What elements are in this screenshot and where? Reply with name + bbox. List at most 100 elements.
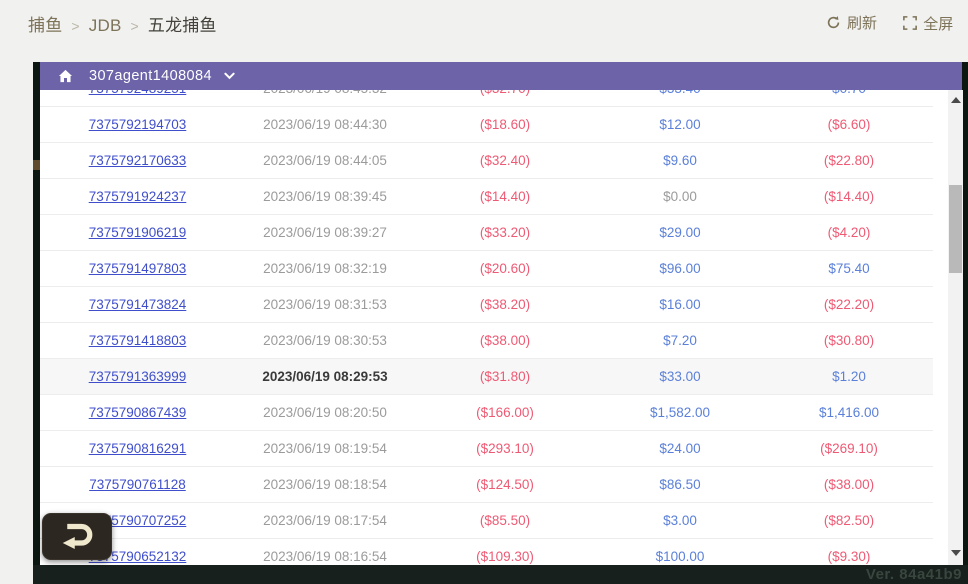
record-amount-3: ($269.10) bbox=[765, 441, 933, 456]
record-amount-2: $9.60 bbox=[595, 153, 765, 168]
record-amount-2: $16.00 bbox=[595, 297, 765, 312]
record-id-link[interactable]: 7375791363999 bbox=[89, 369, 187, 384]
records-table: 7375792489251 2023/06/19 08:45:32 ($32.7… bbox=[40, 90, 963, 565]
table-body: 7375792489251 2023/06/19 08:45:32 ($32.7… bbox=[40, 90, 933, 565]
table-row: 7375790816291 2023/06/19 08:19:54 ($293.… bbox=[40, 431, 933, 467]
record-amount-1: ($31.80) bbox=[415, 369, 595, 384]
record-id-link[interactable]: 7375791418803 bbox=[89, 333, 187, 348]
record-amount-1: ($32.70) bbox=[415, 90, 595, 96]
record-time: 2023/06/19 08:39:45 bbox=[235, 189, 415, 204]
record-time: 2023/06/19 08:31:53 bbox=[235, 297, 415, 312]
fullscreen-button[interactable]: 全屏 bbox=[903, 13, 953, 34]
table-row: 7375791924237 2023/06/19 08:39:45 ($14.4… bbox=[40, 179, 933, 215]
record-id-link[interactable]: 7375791924237 bbox=[89, 189, 187, 204]
breadcrumb-separator: > bbox=[131, 18, 139, 34]
table-row: 7375792489251 2023/06/19 08:45:32 ($32.7… bbox=[40, 90, 933, 107]
fullscreen-icon bbox=[903, 16, 917, 30]
table-row: 7375791418803 2023/06/19 08:30:53 ($38.0… bbox=[40, 323, 933, 359]
record-amount-2: $0.00 bbox=[595, 189, 765, 204]
record-time: 2023/06/19 08:19:54 bbox=[235, 441, 415, 456]
record-amount-2: $96.00 bbox=[595, 261, 765, 276]
table-row: 7375792194703 2023/06/19 08:44:30 ($18.6… bbox=[40, 107, 933, 143]
record-id-link[interactable]: 7375790761128 bbox=[89, 477, 186, 492]
table-row: 7375791906219 2023/06/19 08:39:27 ($33.2… bbox=[40, 215, 933, 251]
record-id-link[interactable]: 7375792170633 bbox=[89, 153, 187, 168]
record-id-link[interactable]: 7375791497803 bbox=[89, 261, 187, 276]
chevron-down-icon[interactable] bbox=[224, 72, 235, 80]
agent-header-bar: 307agent1408084 bbox=[40, 62, 962, 90]
record-amount-2: $1,582.00 bbox=[595, 405, 765, 420]
record-amount-3: $1,416.00 bbox=[765, 405, 933, 420]
record-time: 2023/06/19 08:17:54 bbox=[235, 513, 415, 528]
record-amount-3: $75.40 bbox=[765, 261, 933, 276]
record-amount-1: ($109.30) bbox=[415, 549, 595, 564]
record-amount-2: $86.50 bbox=[595, 477, 765, 492]
record-amount-1: ($20.60) bbox=[415, 261, 595, 276]
fullscreen-label: 全屏 bbox=[923, 13, 953, 34]
record-amount-3: $1.20 bbox=[765, 369, 933, 384]
record-id-link[interactable]: 7375790816291 bbox=[89, 441, 187, 456]
table-row: 7375791473824 2023/06/19 08:31:53 ($38.2… bbox=[40, 287, 933, 323]
breadcrumb-separator: > bbox=[71, 18, 79, 34]
top-actions: 刷新 全屏 bbox=[826, 12, 968, 34]
breadcrumb-item-fishing[interactable]: 捕鱼 bbox=[28, 16, 62, 35]
refresh-label: 刷新 bbox=[847, 12, 877, 33]
game-panel: 307agent1408084 7375792489251 2023/06/19… bbox=[33, 62, 968, 584]
record-time: 2023/06/19 08:44:05 bbox=[235, 153, 415, 168]
record-amount-1: ($38.20) bbox=[415, 297, 595, 312]
record-amount-2: $24.00 bbox=[595, 441, 765, 456]
back-button[interactable] bbox=[42, 513, 112, 560]
record-amount-1: ($85.50) bbox=[415, 513, 595, 528]
record-amount-3: $0.70 bbox=[765, 90, 933, 96]
record-amount-3: ($82.50) bbox=[765, 513, 933, 528]
record-id-link[interactable]: 7375790867439 bbox=[89, 405, 187, 420]
record-amount-3: ($14.40) bbox=[765, 189, 933, 204]
record-id-link[interactable]: 7375791906219 bbox=[89, 225, 187, 240]
record-time: 2023/06/19 08:18:54 bbox=[235, 477, 415, 492]
record-amount-2: $33.00 bbox=[595, 369, 765, 384]
breadcrumb: 捕鱼>JDB>五龙捕鱼 bbox=[28, 11, 217, 36]
record-id-link[interactable]: 7375792489251 bbox=[89, 90, 187, 96]
record-id-link[interactable]: 7375791473824 bbox=[89, 297, 187, 312]
record-time: 2023/06/19 08:20:50 bbox=[235, 405, 415, 420]
refresh-button[interactable]: 刷新 bbox=[826, 12, 877, 33]
record-amount-2: $29.00 bbox=[595, 225, 765, 240]
record-amount-2: $7.20 bbox=[595, 333, 765, 348]
record-amount-3: ($22.80) bbox=[765, 153, 933, 168]
record-amount-3: ($38.00) bbox=[765, 477, 933, 492]
table-row: 7375790707252 2023/06/19 08:17:54 ($85.5… bbox=[40, 503, 933, 539]
table-row: 7375790652132 2023/06/19 08:16:54 ($109.… bbox=[40, 539, 933, 565]
home-icon[interactable] bbox=[58, 69, 73, 83]
record-time: 2023/06/19 08:39:27 bbox=[235, 225, 415, 240]
record-amount-3: ($30.80) bbox=[765, 333, 933, 348]
table-row: 7375791363999 2023/06/19 08:29:53 ($31.8… bbox=[40, 359, 933, 395]
refresh-icon bbox=[826, 15, 841, 30]
footer-bar: Ver. 84a41b9 bbox=[33, 565, 968, 584]
record-amount-2: $3.00 bbox=[595, 513, 765, 528]
table-row: 7375791497803 2023/06/19 08:32:19 ($20.6… bbox=[40, 251, 933, 287]
table-row: 7375790867439 2023/06/19 08:20:50 ($166.… bbox=[40, 395, 933, 431]
table-scrollbar[interactable] bbox=[948, 90, 963, 565]
agent-name-dropdown[interactable]: 307agent1408084 bbox=[89, 68, 212, 84]
record-amount-2: $12.00 bbox=[595, 117, 765, 132]
top-bar: 捕鱼>JDB>五龙捕鱼 刷新 全屏 bbox=[0, 0, 968, 62]
record-amount-1: ($18.60) bbox=[415, 117, 595, 132]
record-amount-3: ($22.20) bbox=[765, 297, 933, 312]
panel-left-notch bbox=[33, 160, 40, 170]
breadcrumb-item-jdb[interactable]: JDB bbox=[89, 16, 122, 35]
record-time: 2023/06/19 08:45:32 bbox=[235, 90, 415, 96]
record-id-link[interactable]: 7375792194703 bbox=[89, 117, 187, 132]
table-row: 7375792170633 2023/06/19 08:44:05 ($32.4… bbox=[40, 143, 933, 179]
record-amount-1: ($32.40) bbox=[415, 153, 595, 168]
record-amount-3: ($6.60) bbox=[765, 117, 933, 132]
record-amount-1: ($293.10) bbox=[415, 441, 595, 456]
scrollbar-up-arrow[interactable] bbox=[951, 97, 961, 103]
record-amount-3: ($9.30) bbox=[765, 549, 933, 564]
back-arrow-icon bbox=[54, 519, 100, 554]
record-amount-1: ($124.50) bbox=[415, 477, 595, 492]
scrollbar-down-arrow[interactable] bbox=[951, 550, 961, 556]
scrollbar-thumb[interactable] bbox=[949, 185, 962, 273]
record-amount-1: ($33.20) bbox=[415, 225, 595, 240]
record-amount-3: ($4.20) bbox=[765, 225, 933, 240]
record-amount-2: $100.00 bbox=[595, 549, 765, 564]
